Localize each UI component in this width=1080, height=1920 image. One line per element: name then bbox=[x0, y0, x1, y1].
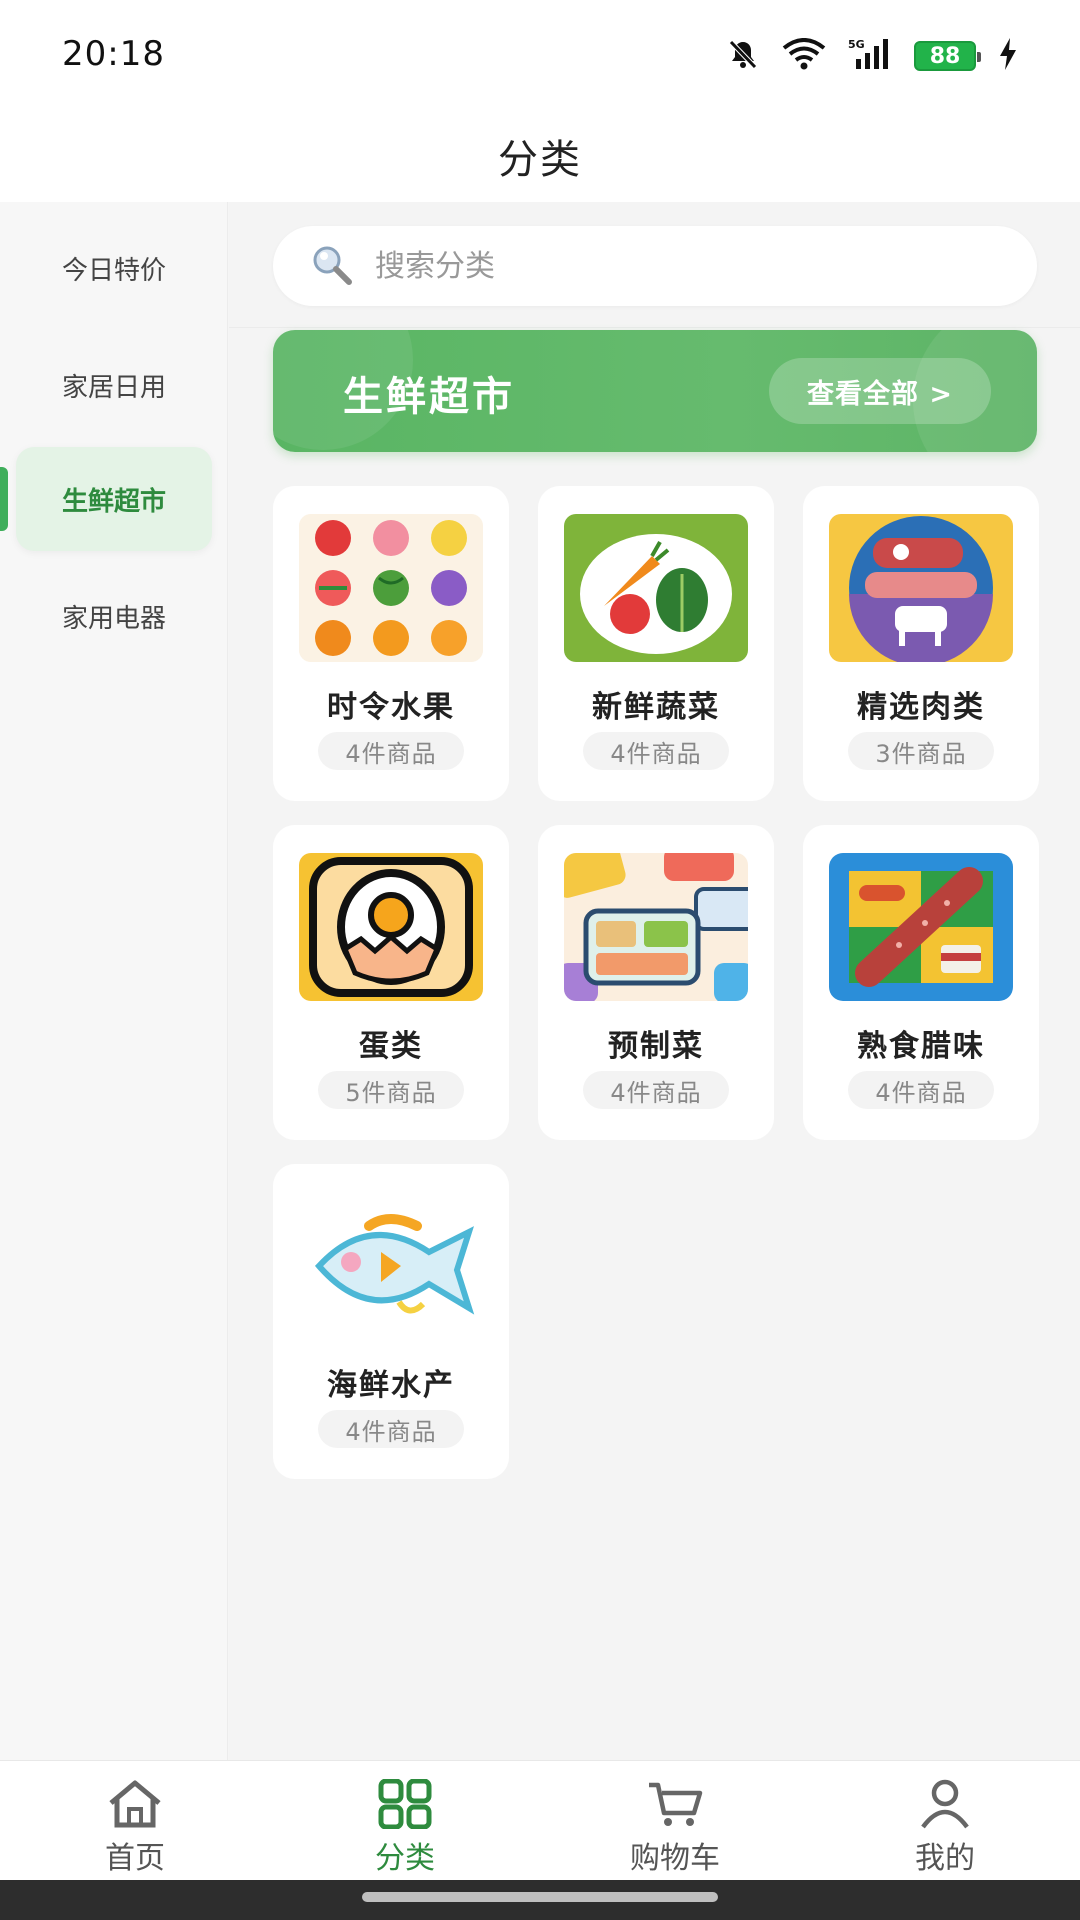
page-title: 分类 bbox=[498, 137, 582, 183]
signal-icon: 5G bbox=[848, 37, 892, 75]
page-header: 分类 bbox=[0, 110, 1080, 202]
tab-category[interactable]: 分类 bbox=[270, 1761, 540, 1881]
mute-icon bbox=[726, 37, 760, 75]
bottom-tab-bar: 首页 分类 购物车 我的 bbox=[0, 1760, 1080, 1880]
bento-box-icon bbox=[564, 853, 748, 1001]
category-count: 5件商品 bbox=[318, 1071, 464, 1109]
category-name: 时令水果 bbox=[327, 690, 455, 725]
main-content: 生鲜超市 查看全部 > 时令水果 4件商品 bbox=[229, 202, 1080, 1760]
sidebar-item-appliances[interactable]: 家用电器 bbox=[16, 564, 212, 668]
category-count: 4件商品 bbox=[318, 1410, 464, 1448]
sidebar-active-indicator bbox=[0, 467, 8, 531]
meat-icon bbox=[829, 514, 1013, 662]
svg-text:5G: 5G bbox=[848, 38, 865, 51]
divider bbox=[229, 327, 1080, 328]
egg-icon bbox=[299, 853, 483, 1001]
category-card-vegetables[interactable]: 新鲜蔬菜 4件商品 bbox=[538, 486, 774, 801]
category-count: 4件商品 bbox=[583, 732, 729, 770]
category-name: 蛋类 bbox=[359, 1029, 423, 1064]
sidebar-item-daily-deals[interactable]: 今日特价 bbox=[16, 216, 212, 320]
search-icon bbox=[309, 242, 353, 290]
tab-cart-label: 购物车 bbox=[630, 1841, 720, 1876]
tab-cart[interactable]: 购物车 bbox=[540, 1761, 810, 1881]
status-bar: 20:18 5G 88 bbox=[0, 0, 1080, 110]
category-card-fruit[interactable]: 时令水果 4件商品 bbox=[273, 486, 509, 801]
category-card-seafood[interactable]: 海鲜水产 4件商品 bbox=[273, 1164, 509, 1479]
charging-icon bbox=[998, 37, 1018, 75]
category-name: 新鲜蔬菜 bbox=[592, 690, 720, 725]
search-bar[interactable] bbox=[273, 226, 1037, 306]
category-name: 熟食腊味 bbox=[857, 1029, 985, 1064]
tab-category-label: 分类 bbox=[375, 1841, 435, 1876]
sausage-icon bbox=[829, 853, 1013, 1001]
gesture-bar bbox=[0, 1880, 1080, 1920]
tab-home-label: 首页 bbox=[105, 1841, 165, 1876]
category-name: 预制菜 bbox=[608, 1029, 704, 1064]
category-card-deli[interactable]: 熟食腊味 4件商品 bbox=[803, 825, 1039, 1140]
wifi-icon bbox=[782, 38, 826, 74]
status-time: 20:18 bbox=[62, 34, 165, 74]
category-card-prepared-meals[interactable]: 预制菜 4件商品 bbox=[538, 825, 774, 1140]
view-all-button[interactable]: 查看全部 > bbox=[769, 358, 991, 424]
tab-profile-label: 我的 bbox=[915, 1841, 975, 1876]
grid-icon bbox=[375, 1779, 435, 1829]
sidebar-item-household[interactable]: 家居日用 bbox=[16, 333, 212, 437]
category-name: 精选肉类 bbox=[857, 690, 985, 725]
status-icons: 5G 88 bbox=[726, 36, 1018, 76]
category-count: 3件商品 bbox=[848, 732, 994, 770]
home-indicator[interactable] bbox=[362, 1892, 718, 1902]
category-sidebar: 今日特价 家居日用 生鲜超市 家用电器 bbox=[0, 202, 228, 1760]
sidebar-item-fresh-market[interactable]: 生鲜超市 bbox=[16, 447, 212, 551]
category-card-eggs[interactable]: 蛋类 5件商品 bbox=[273, 825, 509, 1140]
home-icon bbox=[105, 1779, 165, 1829]
cart-icon bbox=[645, 1779, 705, 1829]
category-count: 4件商品 bbox=[848, 1071, 994, 1109]
fish-icon bbox=[299, 1192, 483, 1340]
category-count: 4件商品 bbox=[583, 1071, 729, 1109]
category-banner: 生鲜超市 查看全部 > bbox=[273, 330, 1037, 452]
tab-home[interactable]: 首页 bbox=[0, 1761, 270, 1881]
category-card-meat[interactable]: 精选肉类 3件商品 bbox=[803, 486, 1039, 801]
category-count: 4件商品 bbox=[318, 732, 464, 770]
vegetable-plate-icon bbox=[564, 514, 748, 662]
user-icon bbox=[915, 1779, 975, 1829]
search-input[interactable] bbox=[375, 248, 975, 284]
battery-icon: 88 bbox=[914, 41, 981, 71]
banner-title: 生鲜超市 bbox=[343, 374, 515, 420]
tab-profile[interactable]: 我的 bbox=[810, 1761, 1080, 1881]
category-name: 海鲜水产 bbox=[327, 1368, 455, 1403]
fruit-grid-icon bbox=[299, 514, 483, 662]
